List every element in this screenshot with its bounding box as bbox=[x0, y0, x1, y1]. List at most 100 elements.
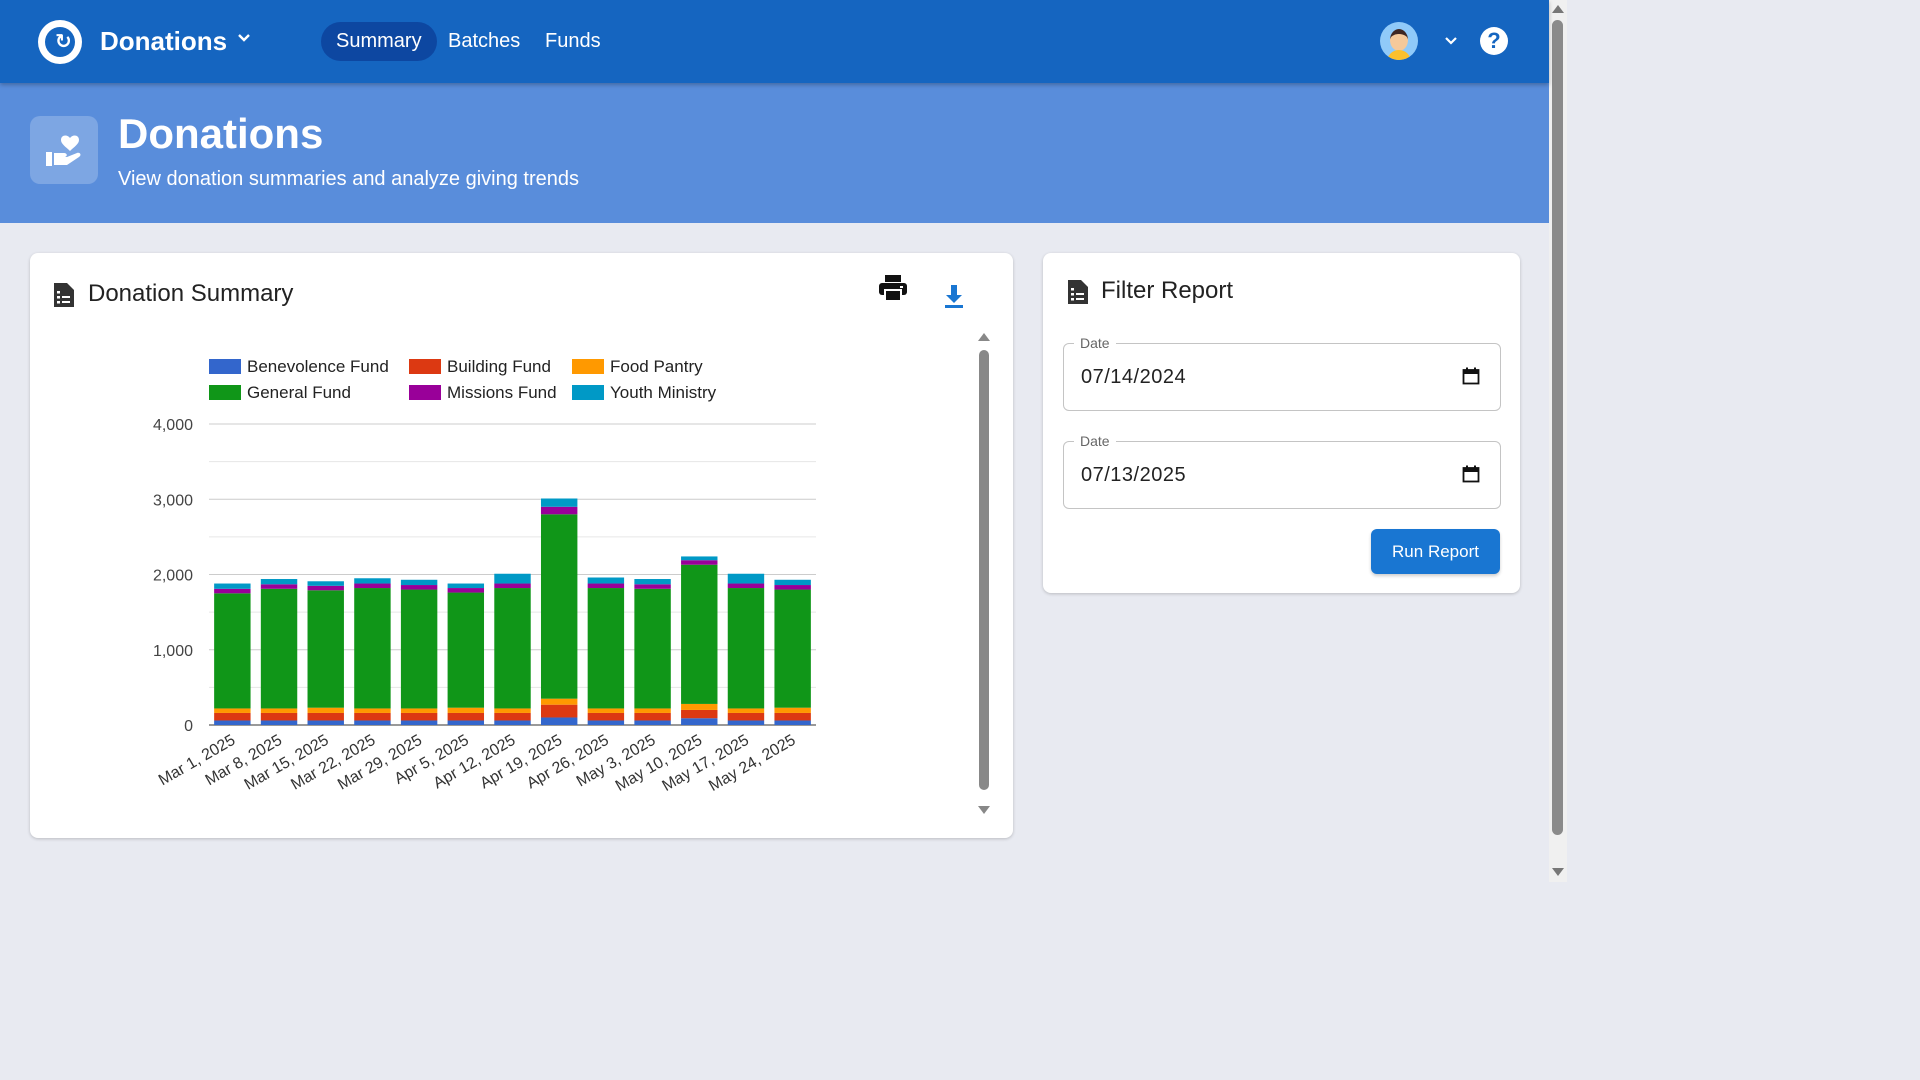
page-title: Donations bbox=[118, 110, 324, 157]
page-scrollbar[interactable] bbox=[1549, 0, 1567, 882]
bar-segment bbox=[634, 588, 671, 709]
bar-segment bbox=[587, 720, 625, 725]
bar-segment bbox=[354, 712, 391, 721]
bar-segment bbox=[214, 708, 251, 713]
start-date-field[interactable]: Date 07/14/2024 bbox=[1063, 334, 1501, 411]
scroll-up-arrow-icon[interactable] bbox=[978, 333, 990, 341]
bar-segment bbox=[260, 588, 298, 709]
help-icon[interactable]: ? bbox=[1480, 27, 1508, 55]
bar-segment bbox=[447, 707, 485, 713]
bar-segment bbox=[540, 704, 578, 718]
bar-segment bbox=[494, 573, 531, 584]
bar-segment bbox=[727, 720, 765, 725]
calendar-icon[interactable] bbox=[1462, 465, 1480, 483]
bar-segment bbox=[214, 712, 251, 721]
page-subtitle: View donation summaries and analyze givi… bbox=[118, 168, 580, 190]
chart-scroll-thumb[interactable] bbox=[979, 350, 989, 790]
bar-segment bbox=[587, 708, 625, 713]
bar-segment bbox=[540, 698, 578, 705]
end-date-label: Date bbox=[1074, 432, 1116, 450]
bar-segment bbox=[727, 712, 765, 721]
bar-segment bbox=[307, 720, 344, 725]
bar-segment bbox=[214, 720, 251, 725]
legend-label: Food Pantry bbox=[610, 357, 703, 376]
bar-segment bbox=[260, 584, 298, 589]
start-date-label: Date bbox=[1074, 334, 1116, 352]
legend-label: Missions Fund bbox=[447, 383, 557, 402]
legend-swatch bbox=[572, 359, 604, 374]
bar-segment bbox=[354, 578, 391, 584]
y-tick-label: 0 bbox=[184, 718, 193, 735]
bar-segment bbox=[727, 583, 765, 589]
end-date-input[interactable]: 07/13/2025 bbox=[1081, 462, 1186, 488]
bar-segment bbox=[587, 583, 625, 589]
top-nav-bar: ↻ Donations Summary Batches Funds ? bbox=[0, 0, 1549, 83]
bar-segment bbox=[400, 589, 438, 709]
bar-segment bbox=[681, 560, 718, 565]
calendar-icon[interactable] bbox=[1462, 367, 1480, 385]
legend-swatch bbox=[572, 385, 604, 400]
bar-segment bbox=[540, 506, 578, 515]
bar-segment bbox=[494, 588, 531, 709]
bar-segment bbox=[260, 720, 298, 725]
page-scroll-thumb[interactable] bbox=[1552, 20, 1563, 835]
user-avatar[interactable] bbox=[1380, 22, 1418, 60]
chevron-down-icon[interactable] bbox=[236, 30, 252, 46]
bar-segment bbox=[494, 712, 531, 721]
user-menu-chevron-icon[interactable] bbox=[1443, 33, 1459, 49]
bar-segment bbox=[400, 579, 438, 586]
y-tick-label: 3,000 bbox=[153, 492, 193, 509]
nav-tab-batches[interactable]: Batches bbox=[433, 22, 535, 61]
bar-segment bbox=[214, 588, 251, 594]
bar-segment bbox=[587, 577, 625, 584]
bar-segment bbox=[307, 581, 344, 586]
bar-segment bbox=[774, 579, 811, 586]
bar-segment bbox=[774, 589, 811, 708]
bar-segment bbox=[494, 708, 531, 713]
filter-report-card: Filter Report Date 07/14/2024 Date 07/13… bbox=[1043, 253, 1520, 593]
bar-segment bbox=[214, 593, 251, 709]
bar-segment bbox=[681, 564, 718, 704]
bar-segment bbox=[634, 708, 671, 713]
page-scroll-up-icon[interactable] bbox=[1552, 5, 1564, 13]
bar-segment bbox=[260, 708, 298, 713]
run-report-button[interactable]: Run Report bbox=[1371, 529, 1500, 574]
app-logo-icon[interactable]: ↻ bbox=[38, 20, 82, 64]
end-date-field[interactable]: Date 07/13/2025 bbox=[1063, 432, 1501, 509]
legend-label: General Fund bbox=[247, 383, 351, 402]
bar-segment bbox=[260, 579, 298, 585]
bar-segment bbox=[727, 573, 765, 584]
bar-segment bbox=[494, 720, 531, 725]
nav-tab-funds[interactable]: Funds bbox=[530, 22, 616, 61]
bar-segment bbox=[400, 720, 438, 725]
y-tick-label: 1,000 bbox=[153, 643, 193, 660]
bar-segment bbox=[587, 712, 625, 721]
bar-segment bbox=[727, 588, 765, 709]
bar-segment bbox=[774, 585, 811, 590]
legend-swatch bbox=[209, 385, 241, 400]
y-tick-label: 2,000 bbox=[153, 568, 193, 585]
filter-report-title: Filter Report bbox=[1101, 277, 1234, 304]
bar-segment bbox=[354, 588, 391, 709]
nav-tab-summary[interactable]: Summary bbox=[321, 22, 437, 61]
bar-segment bbox=[260, 712, 298, 721]
bar-segment bbox=[400, 712, 438, 721]
bar-segment bbox=[774, 707, 811, 713]
page-scroll-down-icon[interactable] bbox=[1552, 868, 1564, 876]
bar-segment bbox=[540, 514, 578, 699]
bar-segment bbox=[447, 583, 485, 589]
bar-segment bbox=[214, 583, 251, 589]
y-tick-label: 4,000 bbox=[153, 417, 193, 434]
legend-swatch bbox=[409, 359, 441, 374]
bar-segment bbox=[447, 592, 485, 708]
bar-segment bbox=[400, 708, 438, 713]
bar-segment bbox=[354, 708, 391, 713]
app-title[interactable]: Donations bbox=[100, 24, 227, 58]
hand-heart-icon bbox=[30, 116, 98, 184]
scroll-down-arrow-icon[interactable] bbox=[978, 806, 990, 814]
bar-segment bbox=[634, 720, 671, 725]
legend-swatch bbox=[409, 385, 441, 400]
bar-segment bbox=[681, 718, 718, 725]
start-date-input[interactable]: 07/14/2024 bbox=[1081, 364, 1186, 390]
bar-segment bbox=[447, 720, 485, 725]
